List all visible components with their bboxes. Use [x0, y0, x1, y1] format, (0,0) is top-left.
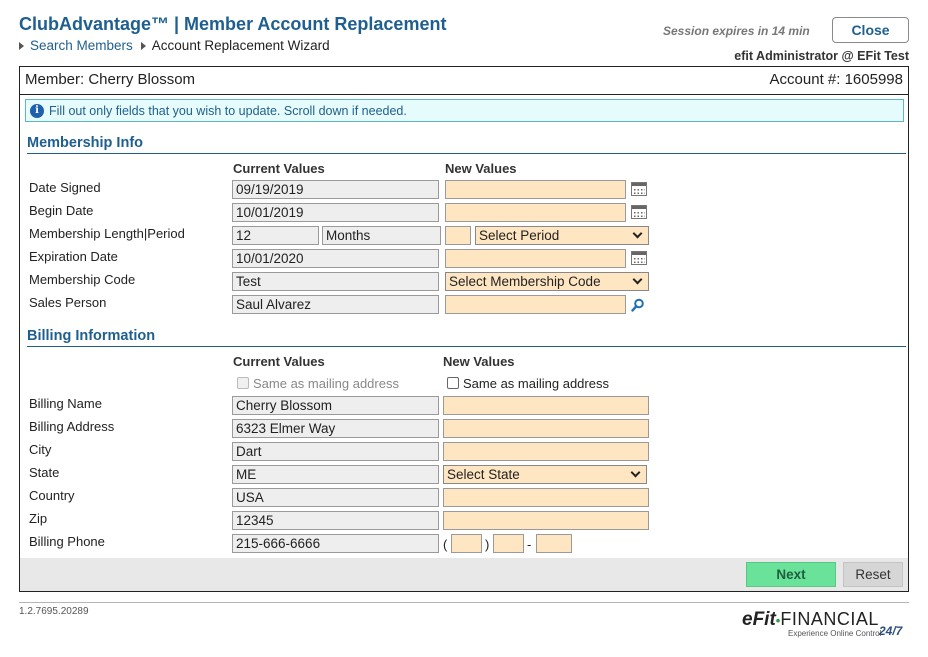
search-icon[interactable]: [631, 298, 645, 312]
membership-period-select[interactable]: Select Period: [475, 226, 649, 245]
date-signed-current: 09/19/2019: [232, 180, 439, 199]
info-banner: i Fill out only fields that you wish to …: [25, 99, 904, 122]
chevron-down-icon: [630, 467, 641, 478]
chevron-down-icon: [632, 228, 643, 239]
member-name: Member: Cherry Blossom: [25, 71, 196, 88]
calendar-icon[interactable]: [631, 182, 647, 196]
section-divider: [27, 153, 906, 154]
membership-code-select-value: Select Membership Code: [449, 274, 601, 289]
next-button[interactable]: Next: [746, 562, 836, 587]
logo-tagline: Experience Online Control: [788, 629, 882, 638]
breadcrumb-search-members-link[interactable]: Search Members: [30, 38, 133, 53]
membership-new-values-header: New Values: [445, 161, 517, 176]
membership-code-current: Test: [232, 272, 439, 291]
begin-date-current: 10/01/2019: [232, 203, 439, 222]
city-label: City: [29, 442, 52, 457]
billing-address-new-input[interactable]: [443, 419, 649, 438]
city-current: Dart: [232, 442, 439, 461]
country-new-input[interactable]: [443, 488, 649, 507]
membership-length-current: 12: [232, 226, 319, 245]
billing-name-label: Billing Name: [29, 396, 102, 411]
footer-divider: [19, 602, 909, 603]
sales-person-current: Saul Alvarez: [232, 295, 439, 314]
membership-period-current: Months: [322, 226, 441, 245]
current-same-as-mailing-checkbox: [237, 377, 249, 389]
city-new-input[interactable]: [443, 442, 649, 461]
info-message: Fill out only fields that you wish to up…: [49, 103, 407, 118]
membership-code-select[interactable]: Select Membership Code: [445, 272, 649, 291]
membership-section-title: Membership Info: [27, 135, 144, 151]
reset-button[interactable]: Reset: [843, 562, 903, 587]
state-current: ME: [232, 465, 439, 484]
account-number: Account #: 1605998: [769, 71, 903, 88]
logo-financial: FINANCIAL: [780, 609, 879, 629]
billing-name-current: Cherry Blossom: [232, 396, 439, 415]
country-current: USA: [232, 488, 439, 507]
date-signed-new-input[interactable]: [445, 180, 626, 199]
expiration-date-current: 10/01/2020: [232, 249, 439, 268]
billing-current-values-header: Current Values: [233, 354, 325, 369]
period-select-value: Select Period: [479, 228, 560, 243]
state-select-value: Select State: [447, 467, 520, 482]
zip-label: Zip: [29, 511, 48, 526]
breadcrumb-arrow-icon: [19, 41, 24, 50]
country-label: Country: [29, 488, 75, 503]
billing-section-title: Billing Information: [27, 328, 156, 344]
calendar-icon[interactable]: [631, 251, 647, 265]
chevron-down-icon: [632, 274, 643, 285]
date-signed-label: Date Signed: [29, 180, 101, 195]
phone-dash: -: [527, 537, 532, 552]
begin-date-new-input[interactable]: [445, 203, 626, 222]
new-same-as-mailing-label[interactable]: Same as mailing address: [463, 376, 609, 391]
membership-code-label: Membership Code: [29, 272, 136, 287]
divider: [20, 94, 908, 95]
session-timer: Session expires in 14 min: [663, 24, 810, 38]
page-title: ClubAdvantage™ | Member Account Replacem…: [19, 14, 447, 34]
logo-efit: eFit: [742, 609, 776, 630]
breadcrumb-arrow-icon: [140, 41, 146, 50]
phone-area-code-input[interactable]: [451, 534, 482, 553]
membership-current-values-header: Current Values: [233, 161, 325, 176]
phone-prefix-input[interactable]: [493, 534, 524, 553]
new-same-as-mailing-checkbox[interactable]: [447, 377, 459, 389]
zip-new-input[interactable]: [443, 511, 649, 530]
phone-open-paren: (: [443, 537, 448, 552]
membership-length-period-label: Membership Length|Period: [29, 226, 185, 241]
phone-line-number-input[interactable]: [536, 534, 572, 553]
begin-date-label: Begin Date: [29, 203, 94, 218]
info-icon: i: [30, 103, 44, 118]
billing-name-new-input[interactable]: [443, 396, 649, 415]
efit-financial-logo: eFit•FINANCIAL: [742, 609, 879, 631]
billing-address-current: 6323 Elmer Way: [232, 419, 439, 438]
expiration-date-new-input[interactable]: [445, 249, 626, 268]
close-button[interactable]: Close: [832, 17, 909, 43]
sales-person-new-input[interactable]: [445, 295, 626, 314]
billing-phone-current: 215-666-6666: [232, 534, 439, 553]
current-same-as-mailing-label: Same as mailing address: [253, 376, 399, 391]
state-select[interactable]: Select State: [443, 465, 647, 484]
version-number: 1.2.7695.20289: [19, 606, 89, 617]
billing-address-label: Billing Address: [29, 419, 115, 434]
calendar-icon[interactable]: [631, 205, 647, 219]
zip-current: 12345: [232, 511, 439, 530]
breadcrumb-current: Account Replacement Wizard: [151, 38, 330, 53]
membership-length-new-input[interactable]: [445, 226, 471, 245]
billing-phone-label: Billing Phone: [29, 534, 105, 549]
billing-new-values-header: New Values: [443, 354, 515, 369]
sales-person-label: Sales Person: [29, 295, 107, 310]
expiration-date-label: Expiration Date: [29, 249, 118, 264]
admin-user-label: efit Administrator @ EFit Test: [734, 49, 909, 63]
breadcrumb: Search Members Account Replacement Wizar…: [19, 38, 330, 53]
phone-close-paren: ): [485, 537, 490, 552]
logo-247: 24/7: [879, 624, 903, 638]
state-label: State: [29, 465, 60, 480]
section-divider: [27, 346, 906, 347]
